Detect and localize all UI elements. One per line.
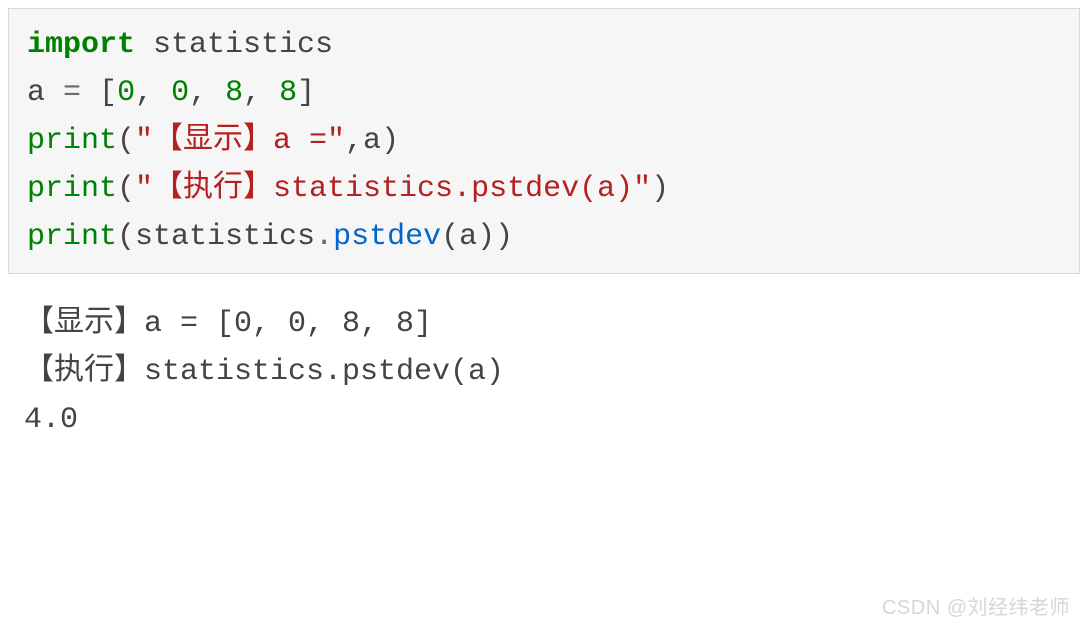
code-line-4: print("【执行】statistics.pstdev(a)") <box>27 165 1061 213</box>
output-line-1: 【显示】a = [0, 0, 8, 8] <box>24 300 1064 348</box>
code-line-5: print(statistics.pstdev(a)) <box>27 213 1061 261</box>
module-name: statistics <box>135 28 333 62</box>
code-block: import statistics a = [0, 0, 8, 8] print… <box>8 8 1080 274</box>
lparen-inner: ( <box>441 220 459 254</box>
statistics-obj: statistics <box>135 220 315 254</box>
rbracket: ] <box>297 76 315 110</box>
string-exec: "【执行】statistics.pstdev(a)" <box>135 172 651 206</box>
comma-1: , <box>135 76 171 110</box>
string-display: "【显示】a =" <box>135 124 345 158</box>
space <box>81 76 99 110</box>
num-8b: 8 <box>279 76 297 110</box>
variable-a: a <box>27 76 63 110</box>
arg-a-5: a <box>459 220 477 254</box>
num-0a: 0 <box>117 76 135 110</box>
lparen-3: ( <box>117 124 135 158</box>
rparen-4: ) <box>651 172 669 206</box>
code-line-3: print("【显示】a =",a) <box>27 117 1061 165</box>
print-fn-4: print <box>27 172 117 206</box>
keyword-import: import <box>27 28 135 62</box>
rparen-5: ) <box>495 220 513 254</box>
lbracket: [ <box>99 76 117 110</box>
lparen-4: ( <box>117 172 135 206</box>
comma-3: , <box>243 76 279 110</box>
rparen-3: ) <box>381 124 399 158</box>
pstdev-method: pstdev <box>333 220 441 254</box>
code-line-2: a = [0, 0, 8, 8] <box>27 69 1061 117</box>
comma-2: , <box>189 76 225 110</box>
equals-op: = <box>63 76 81 110</box>
output-line-3: 4.0 <box>24 396 1064 444</box>
lparen-5: ( <box>117 220 135 254</box>
output-block: 【显示】a = [0, 0, 8, 8] 【执行】statistics.pstd… <box>0 282 1088 462</box>
watermark: CSDN @刘经纬老师 <box>882 592 1070 624</box>
num-0b: 0 <box>171 76 189 110</box>
output-line-2: 【执行】statistics.pstdev(a) <box>24 348 1064 396</box>
print-fn-5: print <box>27 220 117 254</box>
arg-a: ,a <box>345 124 381 158</box>
code-line-1: import statistics <box>27 21 1061 69</box>
rparen-inner: ) <box>477 220 495 254</box>
print-fn: print <box>27 124 117 158</box>
dot: . <box>315 220 333 254</box>
num-8a: 8 <box>225 76 243 110</box>
